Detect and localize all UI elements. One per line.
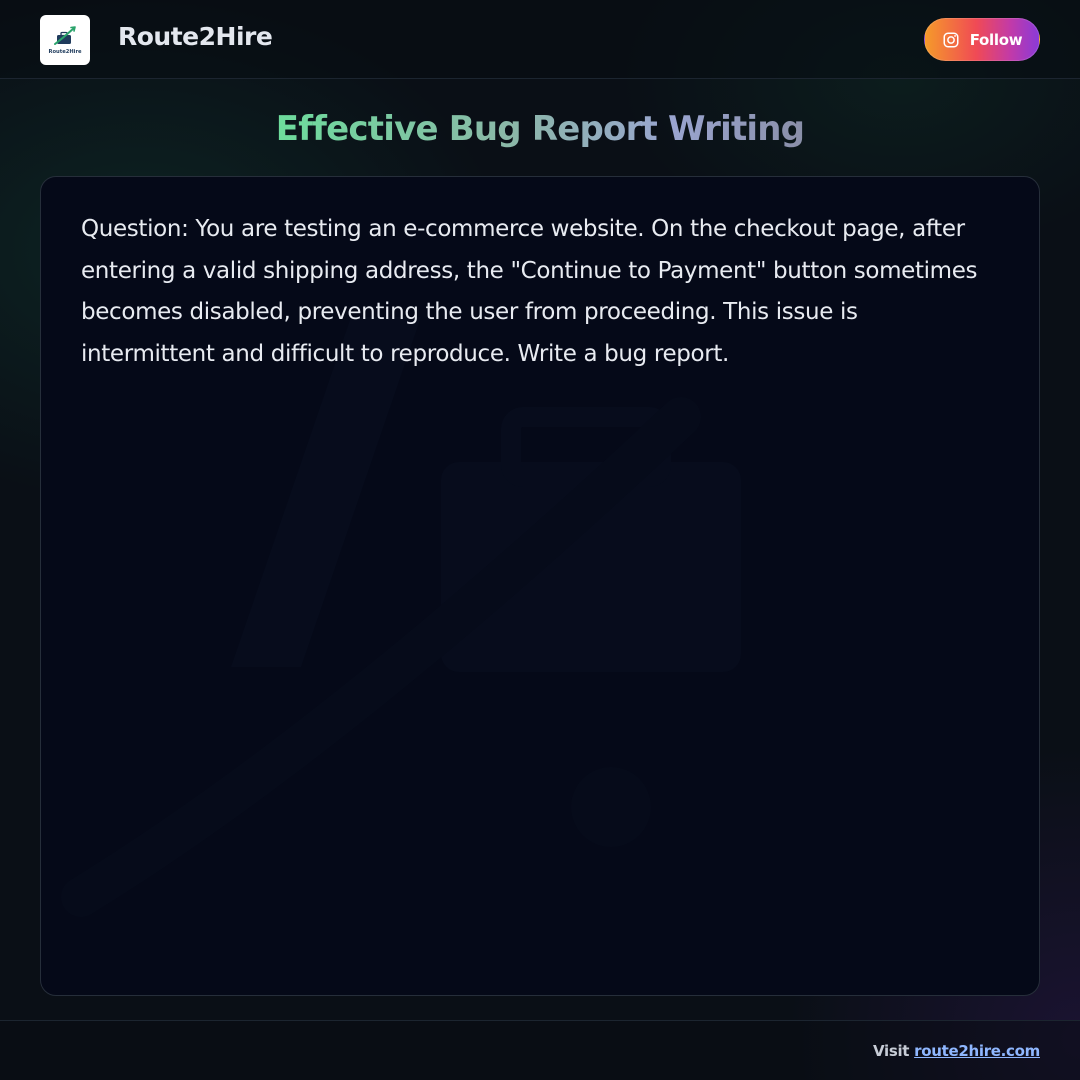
logo-text: Route2Hire	[48, 49, 82, 55]
page: Route2Hire Route2Hire Follow Effective B…	[0, 0, 1080, 1080]
page-title-text: Effective Bug Report Writing	[275, 109, 805, 149]
brand-logo[interactable]: Route2Hire	[40, 15, 90, 65]
website-link[interactable]: route2hire.com	[914, 1042, 1040, 1060]
footer: Visit route2hire.com	[0, 1020, 1080, 1080]
brand-name: Route2Hire	[118, 22, 273, 51]
question-text: Question: You are testing an e-commerce …	[81, 216, 978, 367]
footer-visit-label: Visit	[872, 1042, 910, 1060]
header: Route2Hire Route2Hire Follow	[0, 0, 1080, 79]
logo-icon: Route2Hire	[48, 26, 82, 55]
follow-button[interactable]: Follow	[924, 18, 1040, 61]
question-card: Question: You are testing an e-commerce …	[40, 176, 1040, 996]
instagram-icon	[943, 32, 959, 47]
page-title: Effective Bug Report Writing	[0, 104, 1080, 154]
follow-label: Follow	[969, 30, 1023, 49]
footer-visit: Visit route2hire.com	[873, 1042, 1040, 1060]
